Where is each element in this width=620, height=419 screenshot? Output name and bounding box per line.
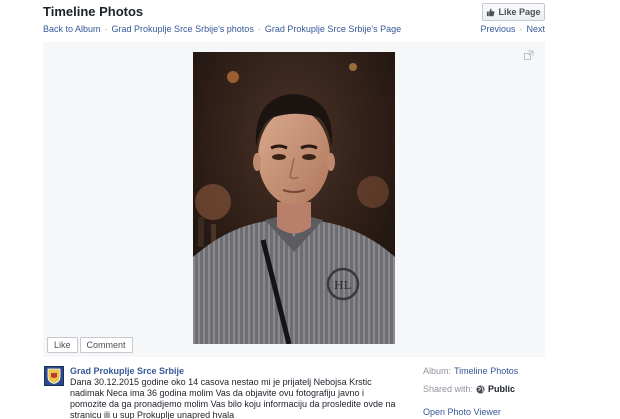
album-link[interactable]: Timeline Photos <box>454 366 518 376</box>
page-crest-avatar[interactable] <box>44 366 64 386</box>
breadcrumb-separator: · <box>257 24 261 34</box>
crest-icon <box>47 368 61 384</box>
page-title: Timeline Photos <box>43 4 144 19</box>
previous-photo-link[interactable]: Previous <box>480 24 515 34</box>
open-photo-viewer-link[interactable]: Open Photo Viewer <box>423 407 501 417</box>
pager-separator: · <box>519 24 523 34</box>
album-label: Album: <box>423 366 452 376</box>
page-photos-link[interactable]: Grad Prokuplje Srce Srbije's photos <box>112 24 254 34</box>
album-row: Album: Timeline Photos <box>423 366 518 376</box>
expand-icon[interactable] <box>524 50 534 60</box>
photo-stage: HL <box>43 42 545 357</box>
post-author-link[interactable]: Grad Prokuplje Srce Srbije <box>70 366 184 376</box>
svg-text:HL: HL <box>334 279 352 292</box>
photo-meta: Album: Timeline Photos Shared with: Publ… <box>423 366 518 402</box>
like-page-button[interactable]: Like Page <box>482 3 545 21</box>
breadcrumb-separator: · <box>104 24 108 34</box>
post-caption: Dana 30.12.2015 godine oko 14 casova nes… <box>70 377 396 419</box>
back-to-album-link[interactable]: Back to Album <box>43 24 101 34</box>
comment-button[interactable]: Comment <box>79 337 133 353</box>
like-page-label: Like Page <box>498 7 541 17</box>
shared-row: Shared with: Public <box>423 384 518 394</box>
timeline-photo[interactable]: HL <box>193 52 395 344</box>
breadcrumb: Back to Album · Grad Prokuplje Srce Srbi… <box>43 24 401 34</box>
photo-pager: Previous · Next <box>480 24 545 34</box>
privacy-value[interactable]: Public <box>488 384 515 394</box>
page-link[interactable]: Grad Prokuplje Srce Srbije's Page <box>265 24 401 34</box>
like-button[interactable]: Like <box>47 337 78 353</box>
shared-label: Shared with: <box>423 384 474 394</box>
thumbs-up-icon <box>487 8 495 16</box>
photo-actions: Like Comment <box>47 337 133 353</box>
next-photo-link[interactable]: Next <box>526 24 545 34</box>
globe-icon <box>476 384 485 394</box>
